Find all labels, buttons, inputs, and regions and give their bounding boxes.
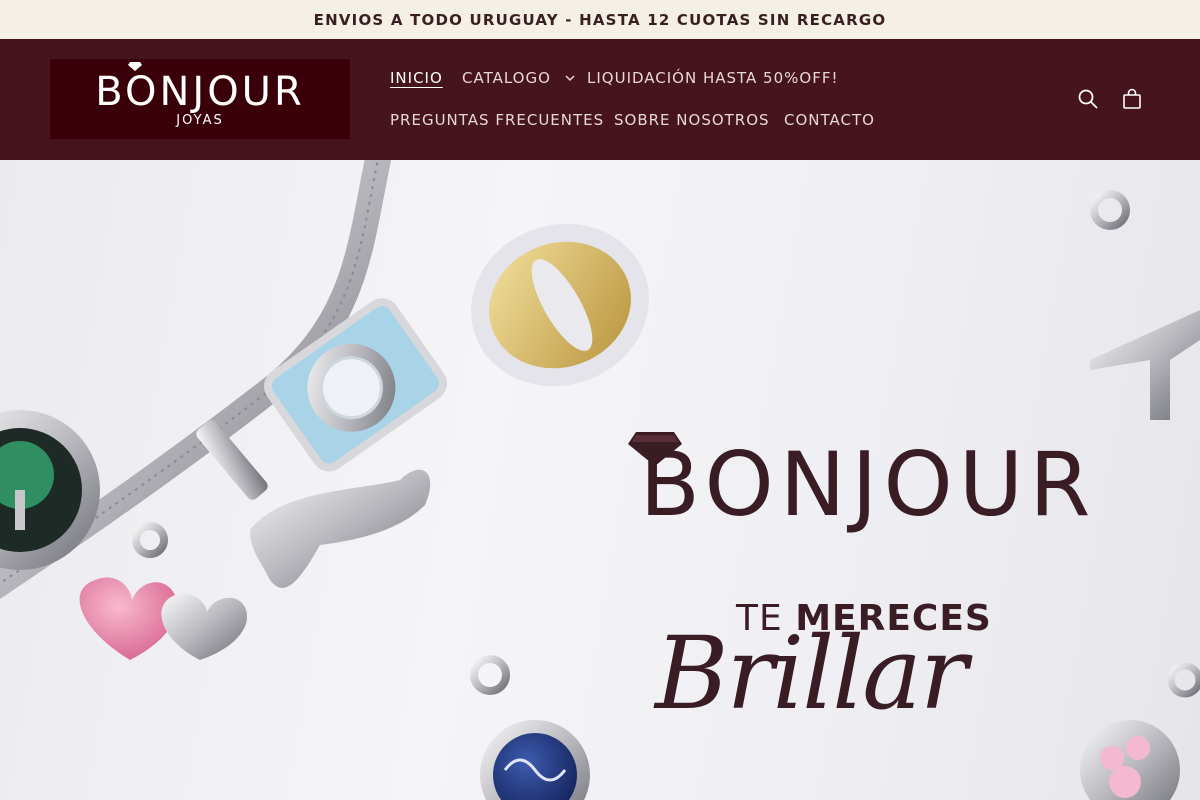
logo-subtitle: JOYAS — [176, 112, 224, 128]
nav-item-inicio[interactable]: INICIO — [390, 69, 443, 87]
logo-wordmark: BONJOUR — [95, 61, 305, 115]
logo-word-text: BONJOUR — [95, 68, 305, 115]
announcement-bar: ENVIOS A TODO URUGUAY - HASTA 12 CUOTAS … — [0, 0, 1200, 39]
logo[interactable]: BONJOUR JOYAS — [50, 59, 350, 139]
announcement-text: ENVIOS A TODO URUGUAY - HASTA 12 CUOTAS … — [313, 10, 887, 29]
hero-script-text: Brillar — [655, 615, 968, 732]
hero-banner[interactable]: BONJOUR TE MERECES Brillar — [0, 160, 1200, 800]
nav-item-contacto[interactable]: CONTACTO — [784, 111, 875, 129]
nav-item-label: LIQUIDACIÓN HASTA 50%OFF! — [587, 69, 839, 87]
site-header: BONJOUR JOYAS INICIO CATALOGO LIQUIDACIÓ… — [0, 39, 1200, 160]
hero-brand-title: BONJOUR — [639, 433, 1097, 536]
cart-button[interactable] — [1119, 86, 1145, 112]
nav-item-label: PREGUNTAS FRECUENTES — [390, 111, 605, 129]
nav-item-sobre-nosotros[interactable]: SOBRE NOSOTROS — [614, 111, 770, 129]
search-icon — [1078, 89, 1098, 109]
cart-icon — [1123, 88, 1141, 109]
search-button[interactable] — [1075, 86, 1101, 112]
nav-item-liquidacion[interactable]: LIQUIDACIÓN HASTA 50%OFF! — [587, 69, 838, 87]
nav-item-preguntas-frecuentes[interactable]: PREGUNTAS FRECUENTES — [390, 111, 604, 129]
chevron-down-icon — [565, 75, 575, 82]
nav-item-label: INICIO — [390, 69, 443, 87]
nav-item-label: SOBRE NOSOTROS — [614, 111, 770, 129]
nav-item-label: CATALOGO — [462, 69, 551, 87]
diamond-icon — [128, 61, 143, 71]
nav-item-catalogo[interactable]: CATALOGO — [462, 69, 575, 87]
nav-item-label: CONTACTO — [784, 111, 875, 129]
